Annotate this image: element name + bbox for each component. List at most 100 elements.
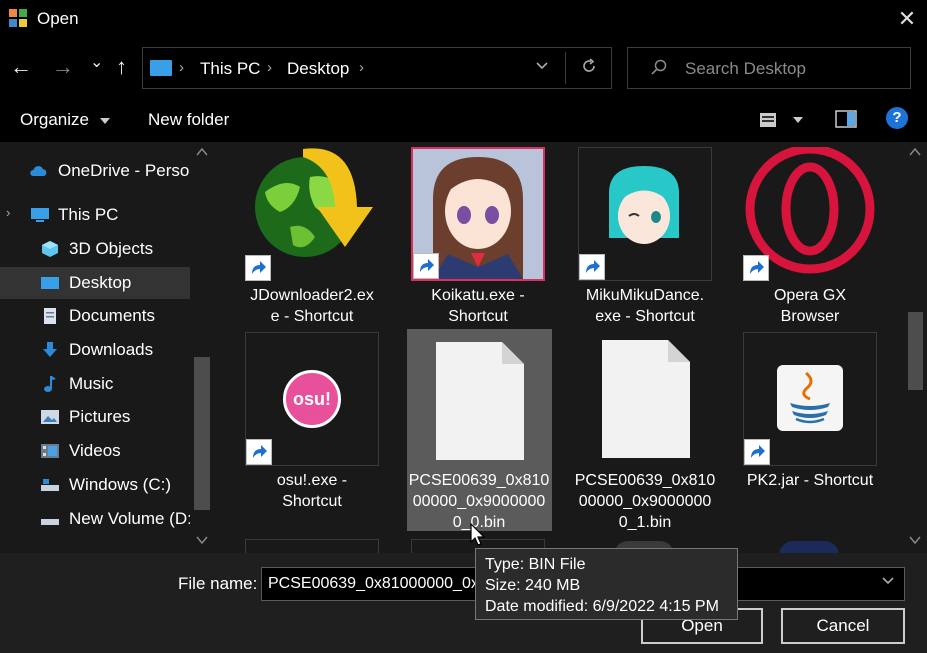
sidebar-item-documents[interactable]: Documents (0, 300, 190, 332)
chevron-down-icon[interactable] (881, 574, 895, 588)
sidebar-item-label: Downloads (69, 340, 154, 359)
sidebar-item-3d-objects[interactable]: 3D Objects (0, 233, 190, 265)
organize-label: Organize (20, 110, 89, 129)
app-icon (9, 9, 27, 27)
file-name-label: PK2.jar - Shortcut (746, 472, 874, 489)
recent-locations-button[interactable]: ⌄ (90, 52, 103, 72)
download-icon (43, 342, 57, 357)
file-name-label: osu!.exe - Shortcut (276, 472, 348, 510)
file-name-label: MikuMikuDance. exe - Shortcut (585, 287, 705, 325)
sidebar-item-desktop[interactable]: Desktop (0, 267, 190, 299)
breadcrumb-separator[interactable]: › (179, 59, 184, 76)
breadcrumb-desktop[interactable]: Desktop (287, 59, 349, 79)
sidebar-item-windows-c[interactable]: Windows (C:) (0, 469, 190, 501)
thumbnail (578, 332, 712, 466)
sidebar-item-label: Desktop (69, 273, 132, 292)
expand-chevron-icon[interactable]: › (6, 205, 10, 220)
sidebar-item-pictures[interactable]: Pictures (0, 401, 190, 433)
divider (565, 52, 566, 84)
file-name-label: Opera GX Browser (773, 287, 847, 325)
tooltip-date-modified: Date modified: 6/9/2022 4:15 PM (485, 598, 719, 615)
scroll-down-icon[interactable] (909, 536, 921, 544)
dialog-footer: File name: Open Cancel (0, 553, 927, 653)
thumbnail (578, 147, 712, 281)
search-icon (651, 59, 667, 75)
mouse-cursor-icon (470, 523, 486, 546)
sidebar-item-label: Documents (69, 306, 155, 325)
file-item-partial[interactable] (779, 541, 839, 553)
scroll-down-icon[interactable] (196, 536, 208, 544)
file-item-partial[interactable] (245, 539, 379, 553)
back-button[interactable]: ← (10, 54, 32, 80)
organize-button[interactable]: Organize (20, 110, 111, 130)
thumbnail: osu! (245, 332, 379, 466)
sidebar-item-new-volume-d[interactable]: New Volume (D: (0, 503, 192, 535)
pictures-icon (41, 410, 59, 424)
refresh-icon[interactable] (580, 57, 598, 75)
file-item-pcse00639-0[interactable]: PCSE00639_0x810 00000_0x9000000 0_0.bin (407, 329, 552, 531)
file-info-tooltip: Type: BIN File Size: 240 MB Date modifie… (475, 548, 738, 620)
search-box[interactable]: Search Desktop (627, 47, 911, 89)
scroll-up-icon[interactable] (196, 148, 208, 156)
up-button[interactable]: ↑ (116, 54, 127, 80)
osu-icon: osu! (283, 370, 341, 428)
command-bar: Organize New folder ? (0, 96, 927, 142)
sidebar-item-this-pc[interactable]: This PC (0, 199, 190, 231)
sidebar-item-downloads[interactable]: Downloads (0, 334, 190, 366)
address-bar[interactable]: › This PC › Desktop › (142, 47, 612, 89)
file-list-scrollbar[interactable] (904, 142, 927, 553)
shortcut-arrow-icon (743, 255, 769, 281)
thumbnail (743, 332, 877, 466)
close-button[interactable]: ✕ (887, 2, 927, 36)
search-input[interactable]: Search Desktop (685, 59, 806, 79)
view-options-icon[interactable] (759, 112, 777, 128)
sidebar-item-music[interactable]: Music (0, 368, 190, 400)
new-folder-button[interactable]: New folder (148, 110, 229, 130)
file-name-label: PCSE00639_0x810 00000_0x9000000 0_1.bin (574, 472, 716, 531)
title-bar: Open ✕ (0, 0, 927, 38)
cube-icon (42, 241, 58, 257)
shortcut-arrow-icon (245, 255, 271, 281)
tooltip-size: Size: 240 MB (485, 577, 581, 594)
forward-button[interactable]: → (52, 54, 74, 80)
chevron-down-icon[interactable] (792, 116, 804, 124)
videos-icon (41, 444, 59, 458)
help-icon: ? (892, 109, 902, 126)
breadcrumb-separator[interactable]: › (267, 59, 272, 76)
sidebar-item-label: New Volume (D: (69, 509, 192, 528)
scrollbar-thumb[interactable] (194, 357, 210, 510)
drive-icon (41, 479, 59, 491)
drive-icon (41, 519, 59, 525)
close-icon: ✕ (897, 6, 917, 31)
cancel-button[interactable]: Cancel (781, 608, 905, 644)
window-title: Open (37, 9, 79, 28)
navigation-bar: ← → ⌄ ↑ › This PC › Desktop › Search Des… (0, 38, 927, 96)
sidebar-item-label: 3D Objects (69, 239, 154, 258)
this-pc-icon (150, 60, 172, 76)
preview-pane-icon[interactable] (835, 110, 857, 128)
scrollbar-thumb[interactable] (908, 312, 923, 390)
sidebar-item-label: Music (69, 374, 114, 393)
thumbnail (245, 147, 379, 281)
sidebar-item-onedrive[interactable]: OneDrive - Person (0, 155, 199, 187)
scroll-up-icon[interactable] (909, 148, 921, 156)
blank-file-icon (602, 340, 690, 458)
thumbnail (410, 332, 544, 466)
sidebar-item-label: This PC (58, 205, 119, 224)
music-icon (44, 376, 56, 392)
computer-icon (31, 208, 49, 222)
shortcut-arrow-icon (744, 439, 770, 465)
breadcrumb-this-pc[interactable]: This PC (200, 59, 260, 79)
sidebar-item-videos[interactable]: Videos (0, 435, 190, 467)
sidebar-scrollbar[interactable] (190, 142, 214, 553)
address-dropdown-icon[interactable] (535, 59, 549, 73)
sidebar-item-label: Windows (C:) (69, 475, 172, 494)
help-button[interactable]: ? (886, 107, 908, 129)
thumbnail (411, 147, 545, 281)
breadcrumb-separator[interactable]: › (359, 59, 364, 76)
shortcut-arrow-icon (413, 253, 439, 279)
sidebar-item-label: Pictures (69, 407, 131, 426)
sidebar-item-label: Videos (69, 441, 121, 460)
blank-file-icon (436, 342, 524, 460)
chevron-down-icon (99, 117, 110, 124)
